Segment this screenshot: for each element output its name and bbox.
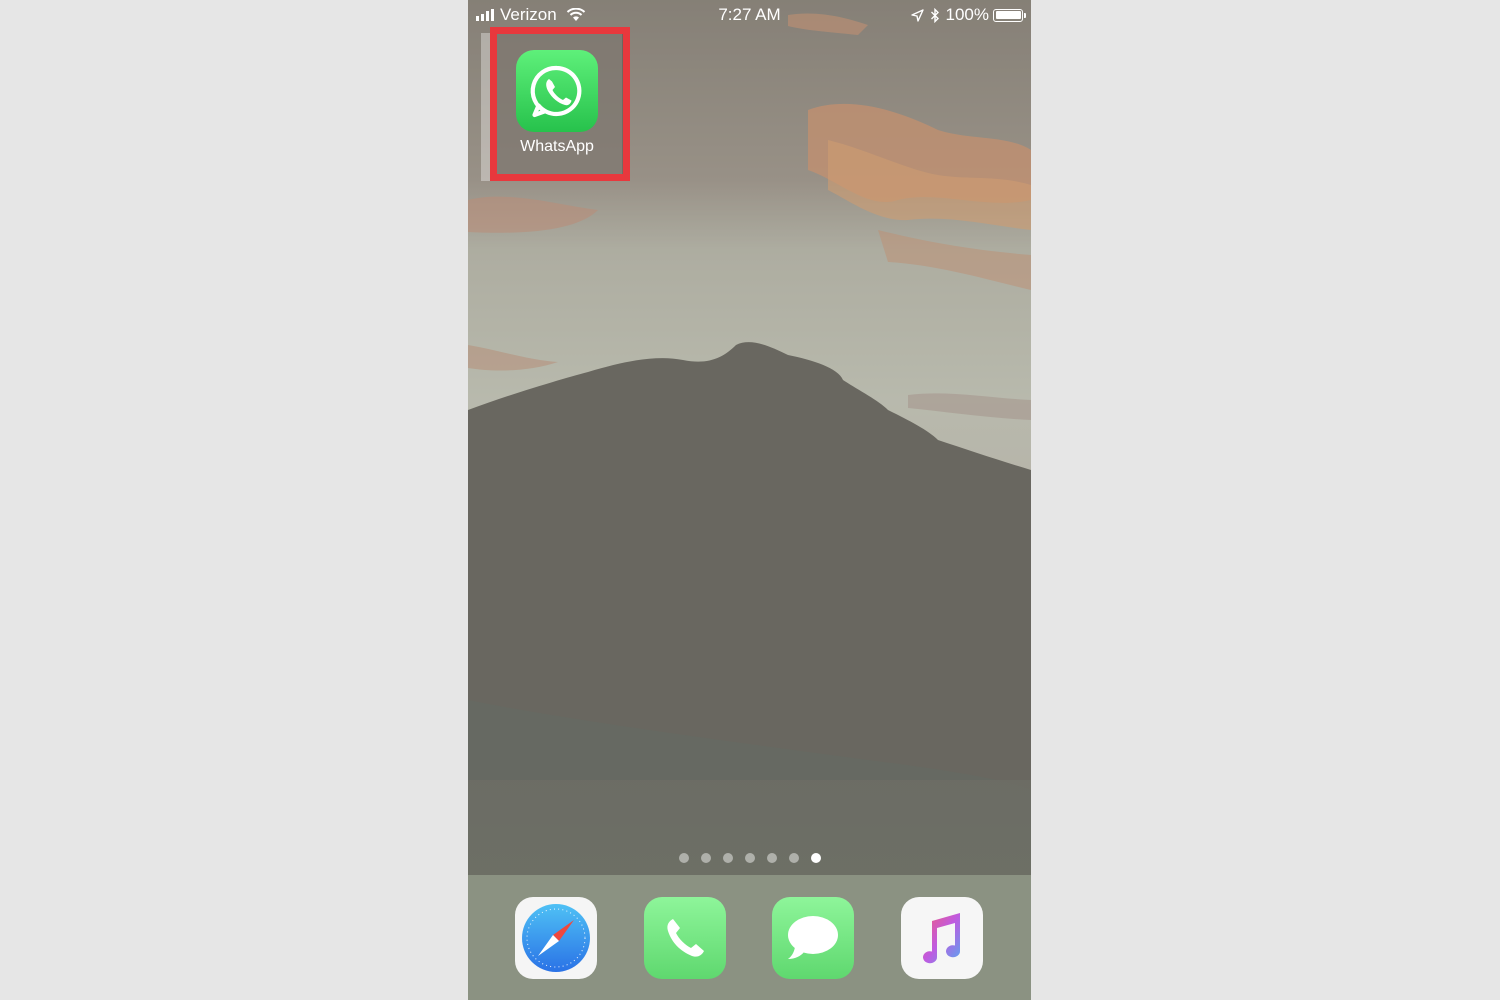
phone-icon[interactable] <box>644 897 726 979</box>
bluetooth-icon <box>930 7 939 23</box>
app-label-whatsapp: WhatsApp <box>520 138 594 155</box>
page-dot[interactable] <box>722 853 733 863</box>
page-dot[interactable] <box>766 853 777 863</box>
page-dot-active[interactable] <box>810 853 821 863</box>
page-dot[interactable] <box>788 853 799 863</box>
app-whatsapp[interactable]: WhatsApp <box>515 50 599 156</box>
battery-percent: 100% <box>945 5 989 24</box>
page-indicator[interactable] <box>468 853 1031 863</box>
music-icon[interactable] <box>901 897 983 979</box>
messages-icon[interactable] <box>772 897 854 979</box>
status-right: 100% <box>910 5 1026 25</box>
page-dot[interactable] <box>678 853 689 863</box>
dock <box>468 875 1031 1000</box>
battery-icon <box>993 8 1026 22</box>
location-icon <box>910 8 924 22</box>
status-bar: Verizon 7:27 AM 100% <box>468 0 1031 28</box>
safari-icon[interactable] <box>515 897 597 979</box>
phone-screen: Verizon 7:27 AM 100% WhatsApp <box>468 0 1031 1000</box>
page-dot[interactable] <box>744 853 755 863</box>
page-dot[interactable] <box>700 853 711 863</box>
whatsapp-icon[interactable] <box>516 50 598 132</box>
